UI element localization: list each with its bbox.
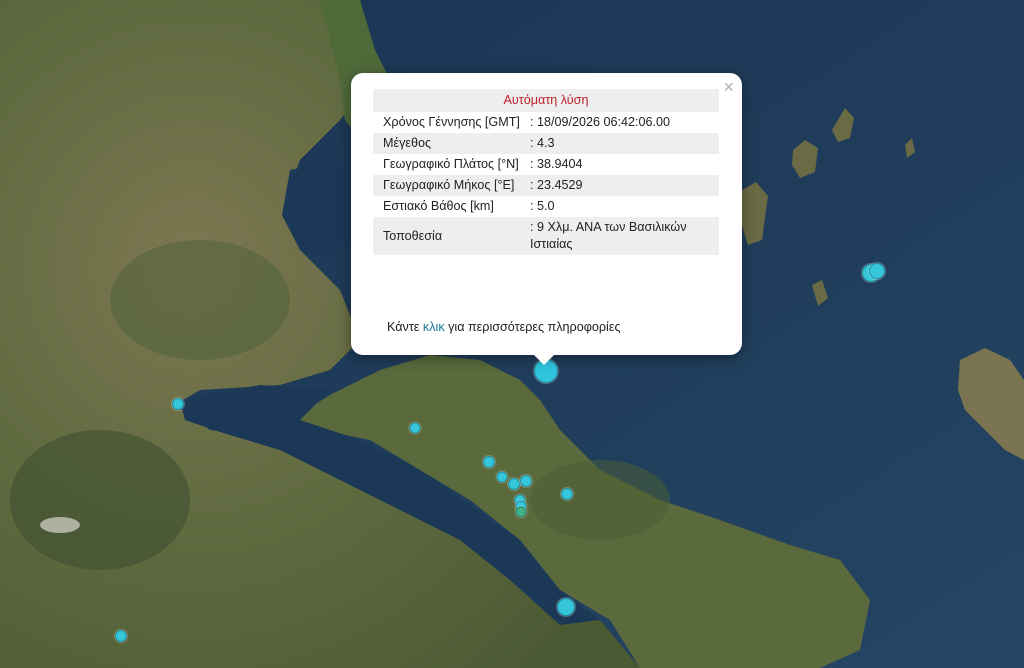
info-row-latitude: Γεωγραφικό Πλάτος [°N] : 38.9404	[373, 154, 719, 175]
earthquake-marker[interactable]	[115, 630, 127, 642]
mountain-area	[110, 240, 290, 360]
earthquake-marker[interactable]	[508, 478, 520, 490]
info-row-origin-time: Χρόνος Γέννησης [GMT] : 18/09/2026 06:42…	[373, 112, 719, 133]
more-info-text: Κάντε κλικ για περισσότερες πληροφορίες	[387, 320, 621, 334]
earthquake-marker[interactable]	[515, 506, 527, 518]
info-value: : 23.4529	[520, 175, 719, 196]
info-value: : 4.3	[520, 133, 719, 154]
popup-title: Αυτόματη λύση	[373, 89, 719, 112]
close-icon[interactable]: ×	[723, 77, 734, 97]
earthquake-marker[interactable]	[520, 475, 532, 487]
earthquake-marker[interactable]	[483, 456, 495, 468]
more-info-suffix: για περισσότερες πληροφορίες	[444, 320, 621, 334]
info-label: Γεωγραφικό Πλάτος [°N]	[383, 157, 519, 171]
earthquake-marker[interactable]	[172, 398, 184, 410]
info-table: Αυτόματη λύση Χρόνος Γέννησης [GMT] : 18…	[373, 89, 719, 255]
earthquake-info-popup: × Αυτόματη λύση Χρόνος Γέννησης [GMT] : …	[351, 73, 742, 365]
info-row-depth: Εστιακό Βάθος [km] : 5.0	[373, 196, 719, 217]
info-value: : 18/09/2026 06:42:06.00	[530, 115, 671, 129]
info-label: Τοποθεσία	[373, 217, 520, 255]
earthquake-marker[interactable]	[561, 488, 573, 500]
more-info-prefix: Κάντε	[387, 320, 423, 334]
popup-title-row: Αυτόματη λύση	[373, 89, 719, 112]
info-label: Εστιακό Βάθος [km]	[383, 199, 494, 213]
earthquake-marker[interactable]	[869, 263, 885, 279]
earthquake-marker[interactable]	[496, 471, 508, 483]
earthquake-marker[interactable]	[409, 422, 421, 434]
info-row-location: Τοποθεσία : 9 Χλμ. ΑΝΑ των Βασιλικών Ιστ…	[373, 217, 719, 255]
info-value: : 9 Χλμ. ΑΝΑ των Βασιλικών Ιστιαίας	[520, 217, 719, 255]
info-label: Γεωγραφικό Μήκος [°E]	[373, 175, 520, 196]
snow-patch	[40, 517, 80, 533]
mountain-area	[10, 430, 190, 570]
info-row-magnitude: Μέγεθος : 4.3	[373, 133, 719, 154]
info-value: : 5.0	[530, 199, 555, 213]
popup-pointer	[533, 354, 555, 365]
earthquake-marker[interactable]	[557, 598, 575, 616]
info-label: Μέγεθος	[373, 133, 520, 154]
info-row-longitude: Γεωγραφικό Μήκος [°E] : 23.4529	[373, 175, 719, 196]
more-info-link[interactable]: κλικ	[423, 320, 445, 334]
mountain-area	[530, 460, 670, 540]
info-value: : 38.9404	[530, 157, 583, 171]
info-label: Χρόνος Γέννησης [GMT]	[383, 115, 520, 129]
